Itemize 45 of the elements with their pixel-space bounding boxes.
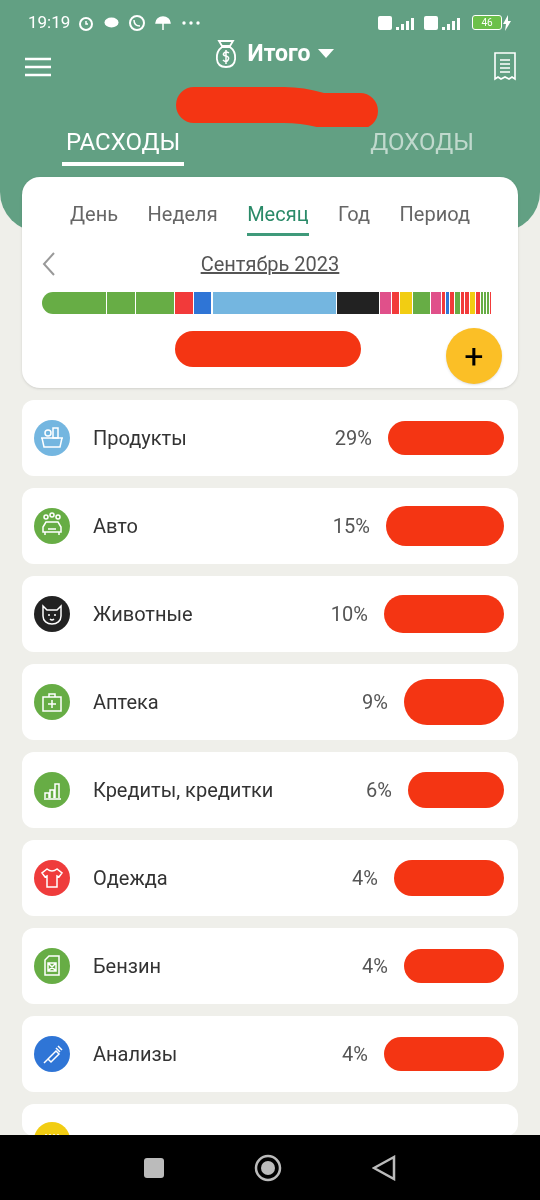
category-percent: 4% xyxy=(362,953,388,980)
period-tab[interactable]: Период xyxy=(399,199,470,236)
category-card[interactable]: Авто 15% xyxy=(22,488,518,564)
category-card[interactable]: Продукты 29% xyxy=(22,400,518,476)
period-tab[interactable]: Месяц xyxy=(247,199,309,236)
month-link[interactable]: Сентябрь 2023 xyxy=(200,249,340,279)
phone-chat-icon xyxy=(129,14,146,31)
category-percent: 10% xyxy=(330,601,368,628)
category-percent: 9% xyxy=(362,689,388,716)
category-name: Бензин xyxy=(93,953,161,980)
category-card[interactable]: Одежда 4% xyxy=(22,840,518,916)
receipt-icon[interactable] xyxy=(494,52,516,82)
category-card[interactable]: Бензин 4% xyxy=(22,928,518,1004)
chat-icon xyxy=(104,16,120,29)
category-percent: 15% xyxy=(332,513,370,540)
recents-icon[interactable] xyxy=(144,1157,164,1178)
category-percent: 6% xyxy=(366,777,392,804)
category-percent: 4% xyxy=(352,865,378,892)
category-name: Продукты xyxy=(93,425,187,452)
category-name: Животные xyxy=(93,601,193,628)
category-card[interactable]: Животные 10% xyxy=(22,576,518,652)
category-name: Авто xyxy=(93,513,138,540)
back-icon[interactable] xyxy=(372,1154,396,1181)
category-percent: 4% xyxy=(342,1041,368,1068)
caret-icon xyxy=(318,49,335,59)
battery-icon: 46 xyxy=(472,15,502,30)
category-card[interactable]: Аптека 9% xyxy=(22,664,518,740)
category-name: Кредиты, кредитки xyxy=(93,777,274,804)
period-tab[interactable]: Год xyxy=(338,199,371,236)
more-icon xyxy=(181,19,202,26)
menu-icon[interactable] xyxy=(24,56,52,78)
period-tab[interactable]: Неделя xyxy=(147,199,218,236)
home-icon[interactable] xyxy=(254,1153,282,1182)
category-card[interactable]: Анализы 4% xyxy=(22,1016,518,1092)
period-tab[interactable]: День xyxy=(70,199,119,236)
add-button[interactable]: + xyxy=(446,328,502,384)
category-percent: 29% xyxy=(334,425,372,452)
category-name: Аптека xyxy=(93,689,159,716)
category-name: Анализы xyxy=(93,1041,178,1068)
category-card[interactable]: Кредиты, кредитки 6% xyxy=(22,752,518,828)
umbrella-icon xyxy=(155,14,172,31)
alarm-icon xyxy=(78,14,95,31)
category-name: Одежда xyxy=(93,865,168,892)
category-card[interactable] xyxy=(22,1104,518,1136)
status-time: 19:19 xyxy=(28,10,71,34)
